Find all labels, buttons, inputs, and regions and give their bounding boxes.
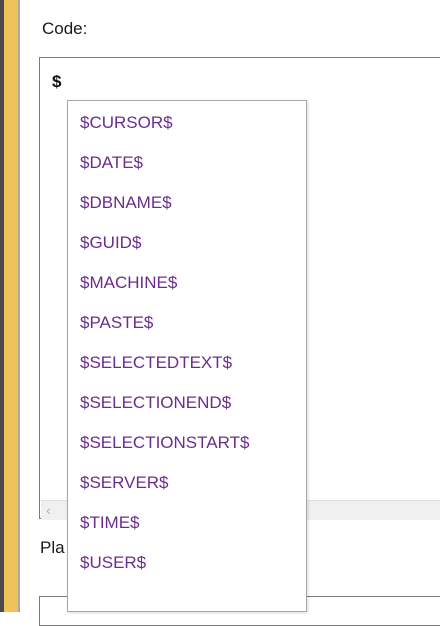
code-text[interactable]: $ [52,72,61,92]
panel-divider [18,0,20,612]
completion-item-paste[interactable]: $PASTE$ [80,313,153,333]
completion-item-guid[interactable]: $GUID$ [80,233,141,253]
completion-item-selectionstart[interactable]: $SELECTIONSTART$ [80,433,249,453]
chevron-left-icon[interactable]: ‹ [46,502,51,518]
completion-list[interactable]: $CURSOR$ $DATE$ $DBNAME$ $GUID$ $MACHINE… [67,100,307,612]
completion-item-machine[interactable]: $MACHINE$ [80,273,177,293]
completion-item-selectionend[interactable]: $SELECTIONEND$ [80,393,231,413]
completion-item-date[interactable]: $DATE$ [80,153,143,173]
dialog-panel: Code: $ ‹ Pla $CURSOR$ $DATE$ $DBNAME$ $… [0,0,440,626]
placeholders-label: Pla [40,538,65,557]
completion-item-dbname[interactable]: $DBNAME$ [80,193,172,213]
completion-item-user[interactable]: $USER$ [80,553,146,573]
code-label: Code: [42,19,88,38]
completion-item-selectedtext[interactable]: $SELECTEDTEXT$ [80,353,232,373]
completion-item-time[interactable]: $TIME$ [80,513,140,533]
accent-bar [4,0,18,612]
completion-item-server[interactable]: $SERVER$ [80,473,169,493]
completion-item-cursor[interactable]: $CURSOR$ [80,113,173,133]
